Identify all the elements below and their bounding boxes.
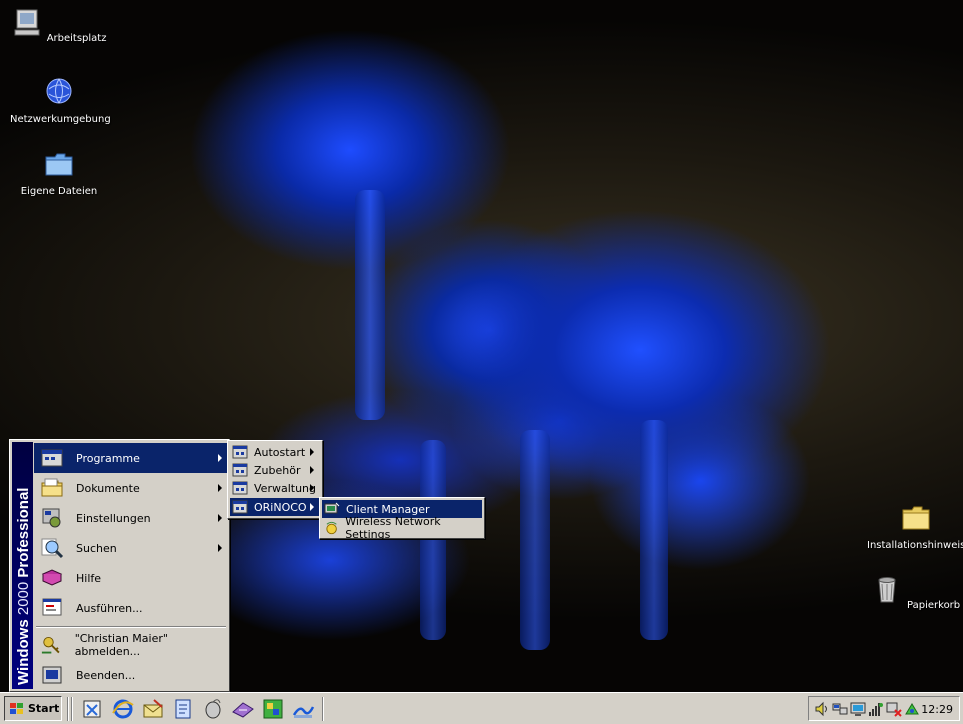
start-menu-item-ausfuehren[interactable]: Ausführen... xyxy=(34,593,228,623)
start-menu-item-programme[interactable]: Programme xyxy=(34,443,228,473)
computer-icon xyxy=(14,9,39,36)
system-tray: 12:29 xyxy=(808,696,960,721)
wallpaper-stalk xyxy=(355,190,385,420)
programs-item-autostart[interactable]: Autostart xyxy=(230,443,320,461)
submenu-arrow-icon xyxy=(310,484,314,492)
start-menu-item-suchen[interactable]: Suchen xyxy=(34,533,228,563)
desktop-icon-papierkorb[interactable]: Papierkorb xyxy=(866,573,963,611)
program-group-icon xyxy=(232,500,248,514)
orinoco-item-label: Client Manager xyxy=(346,502,430,516)
desktop-icon-label: Arbeitsplatz xyxy=(46,33,107,44)
start-button[interactable]: Start xyxy=(4,696,62,721)
programs-submenu: Autostart Zubehör Verwaltung ORiNOCO xyxy=(227,440,323,519)
submenu-arrow-icon xyxy=(310,503,314,511)
run-icon xyxy=(42,598,62,616)
start-menu-item-dokumente[interactable]: Dokumente xyxy=(34,473,228,503)
wallpaper-stalk xyxy=(520,430,550,650)
shutdown-icon xyxy=(42,666,62,684)
start-menu-item-label: "Christian Maier" abmelden... xyxy=(74,632,168,658)
office-icon[interactable] xyxy=(80,697,106,721)
orinoco-item-wireless-network-settings[interactable]: Wireless Network Settings xyxy=(322,515,482,541)
taskbar-separator xyxy=(322,697,324,721)
start-menu-item-label: Beenden... xyxy=(76,668,136,682)
start-menu-banner-text: Windows 2000 Professional xyxy=(15,487,32,685)
start-menu-item-einstellungen[interactable]: Einstellungen xyxy=(34,503,228,533)
desktop-icon-label: Installationshinweise xyxy=(867,540,963,551)
start-button-label: Start xyxy=(28,702,60,715)
taskbar-separator xyxy=(67,697,69,721)
submenu-arrow-icon xyxy=(218,514,222,522)
folder-icon xyxy=(45,153,73,176)
media-player-icon[interactable] xyxy=(200,697,226,721)
submenu-arrow-icon xyxy=(310,466,314,474)
desktop-icon-label: Netzwerkumgebung xyxy=(10,114,111,125)
search-icon xyxy=(41,538,64,559)
programs-item-label: Zubehör xyxy=(254,463,301,477)
start-menu-item-label: Einstellungen xyxy=(76,511,151,525)
submenu-arrow-icon xyxy=(218,454,222,462)
start-menu-item-abmelden[interactable]: "Christian Maier" abmelden... xyxy=(34,630,228,660)
start-menu-separator xyxy=(36,626,226,628)
start-menu-item-label: Suchen xyxy=(76,541,117,555)
app-icon[interactable] xyxy=(260,697,286,721)
programs-item-verwaltung[interactable]: Verwaltung xyxy=(230,479,320,497)
start-menu-item-hilfe[interactable]: Hilfe xyxy=(34,563,228,593)
internet-explorer-icon[interactable] xyxy=(110,697,136,721)
submenu-arrow-icon xyxy=(310,448,314,456)
desktop-icon-label: Papierkorb xyxy=(907,600,961,611)
folder-icon xyxy=(902,506,930,530)
programs-item-label: Autostart xyxy=(254,445,306,459)
start-menu-item-label: Dokumente xyxy=(76,481,140,495)
network-icon[interactable] xyxy=(832,701,848,717)
network-globe-icon xyxy=(46,78,72,104)
programs-item-label: ORiNOCO xyxy=(254,500,307,514)
help-book-icon xyxy=(41,569,63,586)
start-menu-banner: Windows 2000 Professional xyxy=(12,442,33,689)
programs-item-orinoco[interactable]: ORiNOCO xyxy=(230,498,320,516)
settings-icon xyxy=(42,508,61,528)
program-group-icon xyxy=(232,481,248,495)
taskbar: Start 12:29 xyxy=(0,692,963,724)
error-icon[interactable] xyxy=(886,701,902,717)
desktop-icon-installationshinweise[interactable]: Installationshinweise xyxy=(866,502,963,551)
programs-item-label: Verwaltung xyxy=(254,481,316,495)
wireless-icon[interactable] xyxy=(904,701,920,717)
wireless-settings-icon xyxy=(326,521,337,535)
submenu-arrow-icon xyxy=(218,484,222,492)
programs-icon xyxy=(41,449,63,467)
start-menu-item-label: Hilfe xyxy=(76,571,102,585)
submenu-arrow-icon xyxy=(218,544,222,552)
wallpaper-stalk xyxy=(640,420,668,640)
monitor-icon[interactable] xyxy=(850,701,866,717)
program-group-icon xyxy=(232,463,248,477)
programs-item-zubehoer[interactable]: Zubehör xyxy=(230,461,320,479)
desktop-icon-netzwerkumgebung[interactable]: Netzwerkumgebung xyxy=(9,76,111,125)
start-menu-item-label: Programme xyxy=(76,451,140,465)
dial-icon[interactable] xyxy=(230,697,256,721)
notepad-icon[interactable] xyxy=(170,697,196,721)
client-manager-icon xyxy=(324,502,340,514)
desktop-icon-arbeitsplatz[interactable]: Arbeitsplatz xyxy=(9,6,109,44)
start-menu-item-label: Ausführen... xyxy=(76,601,143,615)
outlook-express-icon[interactable] xyxy=(140,697,166,721)
orinoco-item-label: Wireless Network Settings xyxy=(345,515,441,541)
start-menu: Windows 2000 Professional Programme Doku… xyxy=(9,439,230,692)
taskbar-separator xyxy=(71,697,73,721)
documents-folder-icon xyxy=(41,478,63,497)
signal-icon[interactable] xyxy=(868,701,884,717)
recycle-bin-icon xyxy=(878,577,896,603)
desktop-icon-eigene-dateien[interactable]: Eigene Dateien xyxy=(9,148,109,197)
desktop-icon-label: Eigene Dateien xyxy=(20,186,98,197)
start-menu-item-beenden[interactable]: Beenden... xyxy=(34,660,228,690)
tool-icon[interactable] xyxy=(290,697,316,721)
orinoco-submenu: Client Manager Wireless Network Settings xyxy=(319,497,485,541)
clock[interactable]: 12:29 xyxy=(921,703,953,716)
volume-icon[interactable] xyxy=(814,701,830,717)
windows-flag-icon xyxy=(10,702,23,714)
logoff-key-icon xyxy=(41,636,60,654)
program-group-icon xyxy=(232,445,248,459)
